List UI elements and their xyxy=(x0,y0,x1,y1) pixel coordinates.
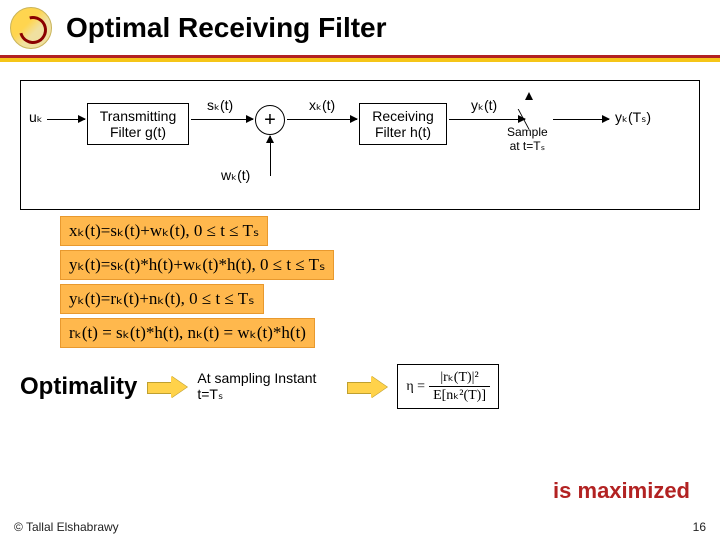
transmitting-filter-block: Transmitting Filter g(t) xyxy=(87,103,189,145)
accent-strip xyxy=(0,58,720,62)
equations-block: xₖ(t)=sₖ(t)+wₖ(t), 0 ≤ t ≤ Tₛ yₖ(t)=sₖ(t… xyxy=(60,216,660,348)
arrow-icon xyxy=(47,119,85,120)
arrow-icon xyxy=(553,119,609,120)
ykt-label: yₖ(Tₛ) xyxy=(615,109,651,126)
eta-numerator: |rₖ(T)|² xyxy=(429,369,490,387)
arrow-icon xyxy=(191,119,253,120)
input-signal-label: uₖ xyxy=(29,109,43,126)
summing-node: + xyxy=(255,105,285,135)
eta-formula: η = |rₖ(T)|² E[nₖ²(T)] xyxy=(397,364,499,409)
equation-row: rₖ(t) = sₖ(t)*h(t), nₖ(t) = wₖ(t)*h(t) xyxy=(60,318,315,348)
fat-arrow-icon xyxy=(347,378,387,396)
eta-prefix: η = xyxy=(406,379,425,395)
eta-denominator: E[nₖ²(T)] xyxy=(429,387,490,404)
sampling-instant-text: At sampling Instant t=Tₛ xyxy=(197,370,337,403)
up-arrow-icon xyxy=(270,136,271,176)
fat-arrow-icon xyxy=(147,378,187,396)
signal-flow-diagram: uₖ Transmitting Filter g(t) sₖ(t) + wₖ(t… xyxy=(20,80,700,210)
sk-label: sₖ(t) xyxy=(207,97,233,114)
equation-row: yₖ(t)=sₖ(t)*h(t)+wₖ(t)*h(t), 0 ≤ t ≤ Tₛ xyxy=(60,250,334,280)
equation-row: xₖ(t)=sₖ(t)+wₖ(t), 0 ≤ t ≤ Tₛ xyxy=(60,216,268,246)
page-number: 16 xyxy=(693,520,706,534)
copyright-text: © Tallal Elshabrawy xyxy=(14,520,119,534)
yk-label: yₖ(t) xyxy=(471,97,497,114)
swirl-logo-icon xyxy=(10,7,52,49)
receiving-filter-block: Receiving Filter h(t) xyxy=(359,103,447,145)
arrow-icon xyxy=(287,119,357,120)
arrow-icon xyxy=(449,119,525,120)
optimality-row: Optimality At sampling Instant t=Tₛ η = … xyxy=(20,364,700,409)
sample-label: Sample at t=Tₛ xyxy=(507,125,548,153)
page-title: Optimal Receiving Filter xyxy=(66,12,387,44)
equation-row: yₖ(t)=rₖ(t)+nₖ(t), 0 ≤ t ≤ Tₛ xyxy=(60,284,264,314)
is-maximized-text: is maximized xyxy=(553,478,690,504)
wk-label: wₖ(t) xyxy=(221,167,250,184)
optimality-heading: Optimality xyxy=(20,373,137,401)
xk-label: xₖ(t) xyxy=(309,97,335,114)
